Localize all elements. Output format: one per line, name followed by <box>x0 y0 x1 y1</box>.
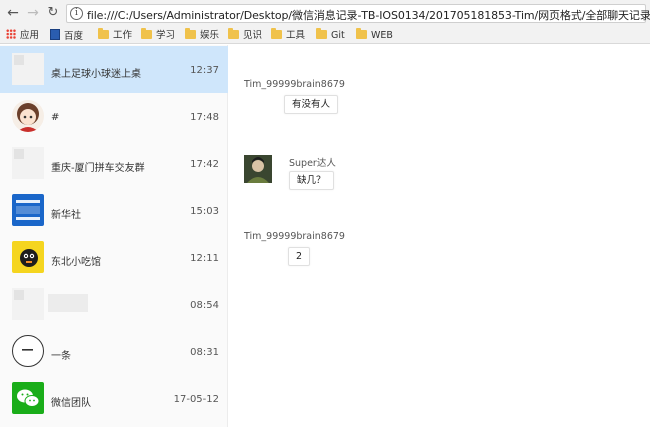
conversation-item[interactable]: 08:54 <box>0 281 228 328</box>
apps-icon <box>6 29 16 39</box>
message-sender: Tim_99999brain8679 <box>244 231 345 242</box>
message-bubble: 有没有人 <box>284 95 339 114</box>
conversation-name: 新华社 <box>51 210 81 221</box>
reload-icon[interactable]: ↻ <box>46 6 60 20</box>
conversation-name: # <box>51 112 60 123</box>
conversation-item[interactable]: 一条 08:31 <box>0 328 228 375</box>
url-text[interactable]: file:///C:/Users/Administrator/Desktop/微… <box>87 7 650 23</box>
folder-icon <box>185 28 196 39</box>
conversation-item[interactable]: 重庆-厦门拼车交友群 17:42 <box>0 140 228 187</box>
bookmark-apps[interactable]: 应用 <box>6 29 39 42</box>
info-icon[interactable]: i <box>70 7 83 20</box>
bookmark-web[interactable]: WEB <box>356 28 393 42</box>
conversation-item[interactable]: 微信团队 17-05-12 <box>0 375 228 422</box>
folder-icon <box>356 28 367 39</box>
folder-icon <box>98 28 109 39</box>
conversation-time: 12:37 <box>190 65 219 76</box>
back-arrow-icon[interactable]: ← <box>6 6 20 20</box>
conversation-time: 08:31 <box>190 347 219 358</box>
browser-toolbar: ← → ↻ i file:///C:/Users/Administrator/D… <box>0 0 650 27</box>
address-bar[interactable]: i file:///C:/Users/Administrator/Desktop… <box>66 4 650 23</box>
message-sender: Super达人 <box>289 158 336 169</box>
folder-icon <box>141 28 152 39</box>
conversation-item[interactable]: 新华社 15:03 <box>0 187 228 234</box>
bookmark-tools[interactable]: 工具 <box>271 28 306 42</box>
bookmark-label: 工作 <box>113 30 133 41</box>
bookmark-label: 娱乐 <box>200 30 220 41</box>
message-bubble: 2 <box>288 247 311 266</box>
conversation-name: 微信团队 <box>51 398 91 409</box>
anime-avatar-icon <box>17 103 39 132</box>
conversation-item[interactable]: # 17:48 <box>0 93 228 140</box>
bookmark-entertainment[interactable]: 娱乐 <box>185 28 220 42</box>
bookmark-baidu[interactable]: 百度 <box>50 29 83 42</box>
wechat-logo-icon <box>12 382 44 414</box>
bookmark-label: 学习 <box>156 30 176 41</box>
bookmarks-bar: 应用 百度 工作 学习 娱乐 见识 工具 Git WEB <box>0 27 650 44</box>
avatar <box>244 155 272 183</box>
conversation-list: 桌上足球小球迷上桌 12:37 # 17:48 重庆-厦门拼车交友群 17:42 <box>0 45 228 427</box>
avatar <box>12 53 44 85</box>
blurred-name <box>48 294 88 312</box>
cartoon-avatar-icon <box>20 249 38 267</box>
xinhua-logo-icon <box>12 194 44 226</box>
message-sender: Tim_99999brain8679 <box>244 79 345 90</box>
bookmark-work[interactable]: 工作 <box>98 28 133 42</box>
conversation-name: 一条 <box>51 351 71 362</box>
yitiao-logo-icon <box>22 349 33 351</box>
wechat-logo-icon <box>17 389 40 407</box>
conversation-item[interactable]: 桌上足球小球迷上桌 12:37 <box>0 46 228 93</box>
conversation-name: 重庆-厦门拼车交友群 <box>51 163 145 174</box>
conversation-time: 17:42 <box>190 159 219 170</box>
conversation-name: 桌上足球小球迷上桌 <box>51 69 141 80</box>
conversation-time: 08:54 <box>190 300 219 311</box>
baidu-icon <box>50 29 60 40</box>
bookmark-label: Git <box>331 30 345 41</box>
conversation-name: 东北小吃馆 <box>51 257 101 268</box>
bookmark-label: 工具 <box>286 30 306 41</box>
bookmark-git[interactable]: Git <box>316 28 345 42</box>
yitiao-logo-icon <box>12 335 44 367</box>
bookmark-label: 百度 <box>64 31 84 42</box>
bookmark-label: WEB <box>371 30 393 41</box>
avatar <box>12 147 44 179</box>
avatar <box>12 241 44 273</box>
conversation-time: 17:48 <box>190 112 219 123</box>
conversation-time: 12:11 <box>190 253 219 264</box>
bookmark-label: 见识 <box>243 30 263 41</box>
message-bubble: 缺几？ <box>289 171 334 190</box>
bookmark-label: 应用 <box>20 30 40 41</box>
folder-icon <box>316 28 327 39</box>
bookmark-insight[interactable]: 见识 <box>228 28 263 42</box>
conversation-item[interactable]: 东北小吃馆 12:11 <box>0 234 228 281</box>
xinhua-logo-icon <box>16 200 40 220</box>
avatar <box>12 100 44 132</box>
conversation-time: 17-05-12 <box>173 394 219 405</box>
bookmark-study[interactable]: 学习 <box>141 28 176 42</box>
avatar <box>12 288 44 320</box>
forward-arrow-icon[interactable]: → <box>26 6 40 20</box>
folder-icon <box>271 28 282 39</box>
conversation-time: 15:03 <box>190 206 219 217</box>
user-avatar-icon <box>244 155 272 183</box>
folder-icon <box>228 28 239 39</box>
